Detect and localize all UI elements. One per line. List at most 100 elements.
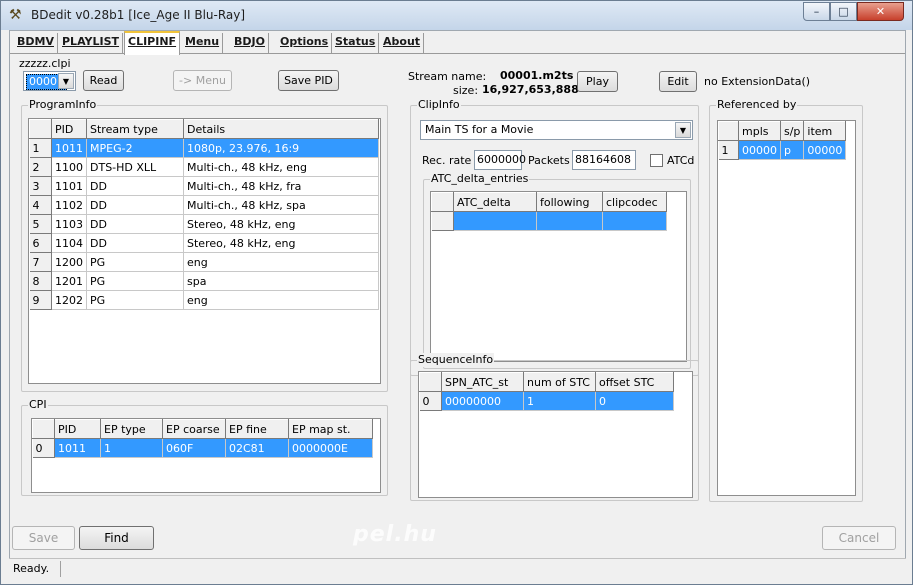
table-cell[interactable]: 00000000 — [441, 391, 524, 411]
table-cell[interactable]: 0000000E — [288, 438, 373, 458]
table-cell[interactable]: 0 — [595, 391, 674, 411]
table-row[interactable]: 2 1100 DTS-HD XLL Multi-ch., 48 kHz, eng — [29, 157, 379, 177]
cpi-grid[interactable]: PID EP type EP coarse EP fine EP map st.… — [31, 418, 381, 493]
table-row[interactable]: 1 00000 p 00000 — [718, 140, 847, 160]
table-cell[interactable] — [453, 211, 537, 231]
tab-bdmv[interactable]: BDMV — [14, 33, 58, 53]
column-header-num-of-stc[interactable]: num of STC — [523, 372, 596, 392]
table-cell[interactable]: Multi-ch., 48 kHz, spa — [183, 195, 379, 215]
maximize-button[interactable]: □ — [830, 2, 857, 21]
column-header-spn-atc-st[interactable]: SPN_ATC_st — [441, 372, 524, 392]
column-header-mpls[interactable]: mpls — [738, 121, 781, 141]
sequenceinfo-grid[interactable]: SPN_ATC_st num of STC offset STC 0 000000… — [418, 371, 693, 498]
save-pid-button[interactable]: Save PID — [278, 70, 339, 91]
tab-bdjo[interactable]: BDJO — [231, 33, 269, 53]
column-header[interactable] — [431, 192, 454, 212]
table-cell[interactable]: PG — [86, 252, 184, 272]
table-cell[interactable]: 00000 — [803, 140, 847, 160]
column-header[interactable] — [32, 419, 55, 439]
table-row[interactable]: 4 1102 DD Multi-ch., 48 kHz, spa — [29, 195, 379, 215]
close-button[interactable]: ✕ — [857, 2, 904, 21]
programinfo-grid[interactable]: PID Stream type Details 1 1011 MPEG-2 1080p… — [28, 118, 381, 384]
chevron-down-icon[interactable]: ▼ — [58, 73, 74, 89]
read-button[interactable]: Read — [83, 70, 124, 91]
table-cell[interactable]: p — [780, 140, 805, 160]
table-cell[interactable]: DD — [86, 214, 184, 234]
tab-playlist[interactable]: PLAYLIST — [59, 33, 124, 53]
tab-status[interactable]: Status — [332, 33, 380, 53]
cancel-button[interactable]: Cancel — [822, 526, 896, 550]
table-row[interactable]: 0 1011 1 060F 02C81 0000000E — [32, 438, 373, 458]
table-cell[interactable]: eng — [183, 252, 379, 272]
table-cell[interactable]: DD — [86, 176, 184, 196]
minimize-button[interactable]: – — [803, 2, 830, 21]
table-cell[interactable]: DTS-HD XLL — [86, 157, 184, 177]
tab-about[interactable]: About — [380, 33, 425, 53]
column-header-item[interactable]: item — [803, 121, 847, 141]
table-row[interactable]: 9 1202 PG eng — [29, 290, 379, 310]
table-cell[interactable]: 00000 — [738, 140, 781, 160]
column-header-ep-map-st[interactable]: EP map st. — [288, 419, 373, 439]
title-bar[interactable]: ⚒ BDedit v0.28b1 [Ice_Age II Blu-Ray] – … — [1, 1, 912, 30]
clip-type-select[interactable]: Main TS for a Movie ▼ — [420, 120, 693, 140]
table-row[interactable]: 5 1103 DD Stereo, 48 kHz, eng — [29, 214, 379, 234]
table-cell[interactable]: 1011 — [54, 438, 101, 458]
tab-options[interactable]: Options — [277, 33, 333, 53]
referenced-by-grid[interactable]: mpls s/p item 1 00000 p 00000 — [717, 120, 856, 496]
table-cell[interactable]: Stereo, 48 kHz, eng — [183, 233, 379, 253]
table-cell[interactable]: 1101 — [51, 176, 87, 196]
column-header-offset-stc[interactable]: offset STC — [595, 372, 674, 392]
find-button[interactable]: Find — [79, 526, 154, 550]
table-cell[interactable]: PG — [86, 271, 184, 291]
table-cell[interactable]: 1202 — [51, 290, 87, 310]
column-header-clipcodec[interactable]: clipcodec — [602, 192, 667, 212]
atc-delta-grid[interactable]: ATC_delta following clipcodec — [430, 191, 687, 362]
table-cell[interactable]: 1 — [100, 438, 163, 458]
table-cell[interactable]: 02C81 — [225, 438, 289, 458]
rec-rate-field[interactable]: 6000000 — [474, 150, 526, 170]
table-cell[interactable]: 060F — [162, 438, 226, 458]
table-cell[interactable] — [536, 211, 603, 231]
menu-button[interactable]: -> Menu — [173, 70, 232, 91]
column-header-following[interactable]: following — [536, 192, 603, 212]
table-cell[interactable]: 1201 — [51, 271, 87, 291]
table-cell[interactable]: 1200 — [51, 252, 87, 272]
table-row[interactable]: 6 1104 DD Stereo, 48 kHz, eng — [29, 233, 379, 253]
table-cell[interactable]: 1 — [523, 391, 596, 411]
play-button[interactable]: Play — [577, 71, 618, 92]
table-cell[interactable]: DD — [86, 195, 184, 215]
table-cell[interactable] — [602, 211, 667, 231]
column-header-stream-type[interactable]: Stream type — [86, 119, 184, 139]
column-header[interactable] — [29, 119, 52, 139]
table-cell[interactable]: 1102 — [51, 195, 87, 215]
table-cell[interactable]: Stereo, 48 kHz, eng — [183, 214, 379, 234]
column-header-pid[interactable]: PID — [51, 119, 87, 139]
column-header-ep-coarse[interactable]: EP coarse — [162, 419, 226, 439]
table-cell[interactable]: eng — [183, 290, 379, 310]
table-row[interactable]: 8 1201 PG spa — [29, 271, 379, 291]
table-cell[interactable]: PG — [86, 290, 184, 310]
table-cell[interactable]: Multi-ch., 48 kHz, fra — [183, 176, 379, 196]
table-cell[interactable]: 1104 — [51, 233, 87, 253]
table-row[interactable] — [431, 211, 667, 231]
table-cell[interactable]: spa — [183, 271, 379, 291]
table-row[interactable]: 1 1011 MPEG-2 1080p, 23.976, 16:9 — [29, 138, 379, 158]
table-row[interactable]: 3 1101 DD Multi-ch., 48 kHz, fra — [29, 176, 379, 196]
chevron-down-icon[interactable]: ▼ — [675, 122, 691, 138]
column-header-ep-fine[interactable]: EP fine — [225, 419, 289, 439]
atcd-checkbox[interactable] — [650, 154, 663, 167]
save-button[interactable]: Save — [12, 526, 75, 550]
table-cell[interactable]: 1103 — [51, 214, 87, 234]
column-header[interactable] — [419, 372, 442, 392]
column-header[interactable] — [718, 121, 739, 141]
table-cell[interactable]: 1080p, 23.976, 16:9 — [183, 138, 379, 158]
table-row[interactable]: 7 1200 PG eng — [29, 252, 379, 272]
tab-menu[interactable]: Menu — [182, 33, 224, 53]
clip-selector[interactable]: 00001 ▼ — [23, 71, 76, 91]
tab-clipinf[interactable]: CLIPINF — [124, 31, 181, 55]
edit-button[interactable]: Edit — [659, 71, 697, 92]
column-header-sp[interactable]: s/p — [779, 121, 805, 141]
table-cell[interactable]: MPEG-2 — [86, 138, 184, 158]
column-header-pid[interactable]: PID — [54, 419, 101, 439]
table-cell[interactable]: Multi-ch., 48 kHz, eng — [183, 157, 379, 177]
